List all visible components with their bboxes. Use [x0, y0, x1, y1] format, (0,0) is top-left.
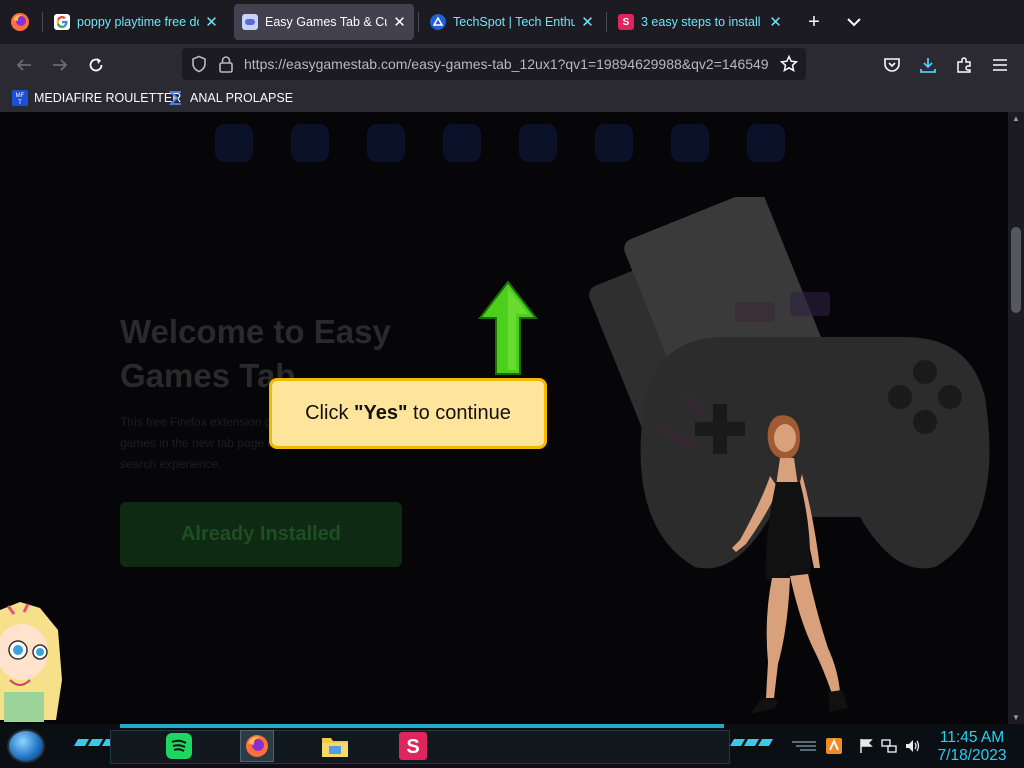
bookmark-label: MEDIAFIRE ROULETTER — [34, 91, 182, 105]
lock-icon[interactable] — [218, 55, 234, 78]
bookmark-mediafire[interactable]: MF T MEDIAFIRE ROULETTER — [12, 89, 181, 107]
back-arrow-icon[interactable] — [11, 52, 37, 78]
mediafire-icon: MF T — [12, 90, 28, 106]
firefox-view-icon[interactable] — [6, 8, 34, 36]
flag-icon[interactable] — [858, 738, 874, 754]
bookmark-star-icon[interactable] — [779, 54, 799, 78]
tab-divider — [418, 12, 419, 32]
cartoon-character-image — [0, 602, 62, 722]
game-icon[interactable] — [443, 124, 481, 162]
s-app-icon[interactable]: S — [396, 730, 430, 762]
game-icon[interactable] — [367, 124, 405, 162]
tab-title: Easy Games Tab & Custo — [265, 15, 387, 29]
clock-time: 11:45 AM — [939, 729, 1005, 746]
spotify-icon[interactable] — [162, 730, 196, 762]
tab-title: poppy playtime free dow — [77, 15, 200, 29]
walking-woman-image — [732, 415, 848, 714]
tab-strip: poppy playtime free dow ✕ Easy Games Tab… — [0, 0, 1024, 44]
google-icon — [54, 14, 70, 30]
file-explorer-icon[interactable] — [318, 730, 352, 762]
address-bar[interactable]: https://easygamestab.com/easy-games-tab_… — [182, 48, 806, 80]
bookmark-prolapse[interactable]: ANAL PROLAPSE — [168, 89, 293, 107]
firefox-taskbar-icon[interactable] — [240, 730, 274, 762]
tab-close-icon[interactable]: ✕ — [205, 13, 218, 31]
game-icons-row — [215, 124, 795, 164]
tab-divider — [606, 12, 607, 32]
game-icon[interactable] — [519, 124, 557, 162]
s-icon: S — [618, 14, 634, 30]
system-clock[interactable]: 11:45 AM 7/18/2023 — [932, 729, 1012, 765]
shield-icon[interactable] — [190, 55, 208, 78]
tab-title: 3 easy steps to install iStu — [641, 15, 763, 29]
taskbar: S 11:45 AM 7/18/2023 — [0, 724, 1024, 768]
taskbar-decoration — [729, 739, 774, 746]
tooltip-suffix: to continue — [407, 402, 511, 424]
tooltip-yes: "Yes" — [354, 402, 408, 424]
tab-title: TechSpot | Tech Enthusia — [453, 15, 576, 29]
tab-close-icon[interactable]: ✕ — [581, 13, 594, 31]
extensions-icon[interactable] — [951, 52, 977, 78]
game-icon[interactable] — [747, 124, 785, 162]
game-icon[interactable] — [671, 124, 709, 162]
bookmarks-toolbar: MF T MEDIAFIRE ROULETTER ANAL PROLAPSE — [0, 84, 1024, 112]
navigation-toolbar: https://easygamestab.com/easy-games-tab_… — [0, 44, 1024, 84]
menu-hamburger-icon[interactable] — [987, 52, 1013, 78]
bookmark-label: ANAL PROLAPSE — [190, 91, 294, 105]
volume-icon[interactable] — [904, 738, 920, 754]
start-button-orb-icon[interactable] — [7, 729, 45, 763]
green-up-arrow-icon — [478, 280, 538, 375]
page-content: Welcome to Easy Games Tab This free Fire… — [0, 112, 1008, 724]
click-yes-tooltip: Click "Yes" to continue — [269, 378, 547, 449]
forward-arrow-icon[interactable] — [47, 52, 73, 78]
url-text[interactable]: https://easygamestab.com/easy-games-tab_… — [244, 56, 774, 72]
reload-icon[interactable] — [83, 52, 109, 78]
downloads-icon[interactable] — [915, 52, 941, 78]
tab-poppy[interactable]: poppy playtime free dow ✕ — [46, 4, 226, 40]
clock-date: 7/18/2023 — [937, 747, 1007, 764]
tab-easy-games[interactable]: Easy Games Tab & Custo ✕ — [234, 4, 414, 40]
svg-text:S: S — [406, 736, 419, 758]
sigma-icon — [168, 90, 184, 106]
easygames-icon — [242, 14, 258, 30]
tab-close-icon[interactable]: ✕ — [393, 13, 406, 31]
game-icon[interactable] — [215, 124, 253, 162]
pocket-icon[interactable] — [879, 52, 905, 78]
tray-app-icon[interactable] — [826, 738, 842, 754]
taskbar-accent-strip — [120, 724, 724, 728]
network-icon[interactable] — [881, 738, 897, 754]
scroll-up-icon[interactable]: ▲ — [1012, 114, 1020, 123]
svg-text:MF: MF — [16, 93, 25, 99]
scrollbar-thumb[interactable] — [1011, 227, 1021, 313]
game-icon[interactable] — [291, 124, 329, 162]
scroll-down-icon[interactable]: ▼ — [1012, 713, 1020, 722]
tab-install-steps[interactable]: S 3 easy steps to install iStu ✕ — [610, 4, 790, 40]
techspot-icon — [430, 14, 446, 30]
new-tab-button[interactable]: + — [802, 10, 826, 34]
game-icon[interactable] — [595, 124, 633, 162]
already-installed-button[interactable]: Already Installed — [120, 502, 402, 567]
tab-techspot[interactable]: TechSpot | Tech Enthusia ✕ — [422, 4, 602, 40]
tab-close-icon[interactable]: ✕ — [769, 13, 782, 31]
tab-list-chevron-icon[interactable] — [842, 10, 866, 34]
tab-divider — [42, 12, 43, 32]
svg-text:T: T — [18, 100, 22, 106]
page-scrollbar[interactable]: ▲ ▼ — [1008, 112, 1024, 724]
tooltip-prefix: Click — [305, 402, 354, 424]
tray-stripes-icon — [792, 741, 816, 751]
